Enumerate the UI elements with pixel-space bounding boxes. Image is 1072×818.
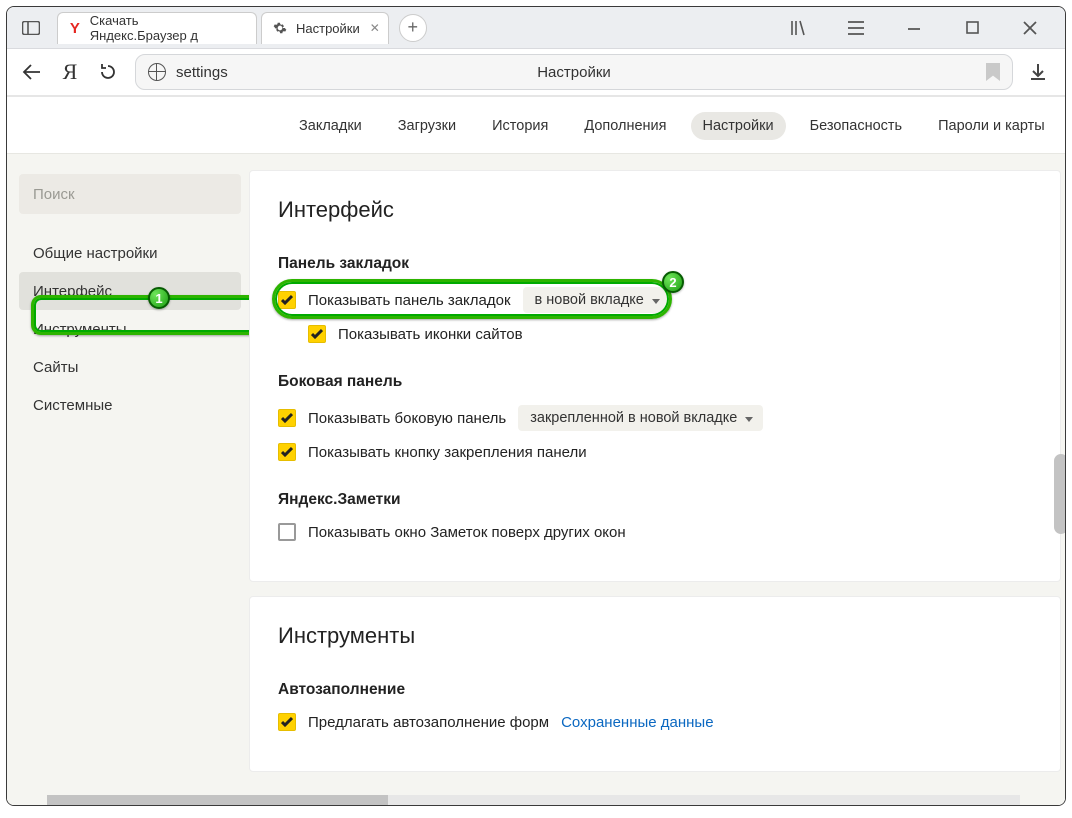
topnav-downloads[interactable]: Загрузки	[386, 112, 468, 140]
section-notes: Яндекс.Заметки	[278, 491, 1032, 509]
bookmark-icon[interactable]	[986, 63, 1000, 81]
content-area: Закладки Загрузки История Дополнения Нас…	[7, 99, 1065, 805]
topnav-settings[interactable]: Настройки	[691, 112, 786, 140]
topnav-passwords[interactable]: Пароли и карты	[926, 112, 1057, 140]
sidebar-search[interactable]: Поиск	[19, 174, 241, 214]
checkbox-notes-ontop[interactable]	[278, 523, 296, 541]
tab-label: Настройки	[296, 21, 360, 36]
page-title: Настройки	[537, 64, 611, 81]
row-suggest-autofill: Предлагать автозаполнение форм Сохраненн…	[278, 713, 1032, 731]
select-side-panel-mode[interactable]: закрепленной в новой вкладке	[518, 405, 763, 431]
yandex-favicon-icon: Y	[68, 20, 82, 36]
row-show-bookmarks-bar: Показывать панель закладок в новой вклад…	[278, 287, 1032, 313]
browser-window: Y Скачать Яндекс.Браузер д Настройки ✕ +	[6, 6, 1066, 806]
topnav-security[interactable]: Безопасность	[798, 112, 915, 140]
tab-strip: Y Скачать Яндекс.Браузер д Настройки ✕ +	[57, 12, 779, 44]
section-side-panel: Боковая панель	[278, 373, 1032, 391]
topnav-bookmarks[interactable]: Закладки	[287, 112, 374, 140]
topnav-history[interactable]: История	[480, 112, 560, 140]
tab-settings[interactable]: Настройки ✕	[261, 12, 389, 44]
label-suggest-autofill: Предлагать автозаполнение форм	[308, 714, 549, 731]
window-controls	[779, 16, 1057, 40]
titlebar: Y Скачать Яндекс.Браузер д Настройки ✕ +	[7, 7, 1065, 49]
sidebar-item-general[interactable]: Общие настройки	[19, 234, 241, 272]
search-placeholder: Поиск	[33, 186, 75, 203]
horizontal-scrollbar[interactable]	[47, 795, 1020, 805]
label-show-site-icons: Показывать иконки сайтов	[338, 326, 523, 343]
settings-body: Поиск Общие настройки Интерфейс Инструме…	[7, 153, 1065, 805]
row-pin-button: Показывать кнопку закрепления панели	[278, 443, 1032, 461]
sidebar-item-sites[interactable]: Сайты	[19, 348, 241, 386]
row-show-side-panel: Показывать боковую панель закрепленной в…	[278, 405, 1032, 431]
tab-download-yandex[interactable]: Y Скачать Яндекс.Браузер д	[57, 12, 257, 44]
new-tab-button[interactable]: +	[399, 14, 427, 42]
maximize-icon[interactable]	[957, 16, 987, 40]
downloads-icon[interactable]	[1021, 63, 1055, 81]
panel-tools-title: Инструменты	[278, 623, 1032, 649]
tab-label: Скачать Яндекс.Браузер д	[90, 13, 228, 43]
close-window-icon[interactable]	[1015, 16, 1045, 40]
badge-1: 1	[148, 287, 170, 309]
checkbox-show-bookmarks-bar[interactable]	[278, 291, 296, 309]
reload-icon[interactable]	[89, 53, 127, 91]
settings-topnav: Закладки Загрузки История Дополнения Нас…	[7, 99, 1065, 153]
label-notes-ontop: Показывать окно Заметок поверх других ок…	[308, 524, 626, 541]
section-bookmarks-bar: Панель закладок	[278, 255, 1032, 273]
settings-main: Интерфейс Панель закладок Показывать пан…	[249, 170, 1065, 805]
settings-sidebar: Поиск Общие настройки Интерфейс Инструме…	[19, 170, 241, 789]
label-pin-button: Показывать кнопку закрепления панели	[308, 444, 587, 461]
gear-icon	[272, 20, 288, 36]
panel-title: Интерфейс	[278, 197, 1032, 223]
badge-2: 2	[662, 271, 684, 293]
yandex-home-icon[interactable]: Я	[51, 53, 89, 91]
checkbox-show-site-icons[interactable]	[308, 325, 326, 343]
panel-tools: Инструменты Автозаполнение Предлагать ав…	[249, 596, 1061, 772]
row-notes-ontop: Показывать окно Заметок поверх других ок…	[278, 523, 1032, 541]
section-autofill: Автозаполнение	[278, 681, 1032, 699]
panel-toggle-icon[interactable]	[19, 16, 43, 40]
link-saved-data[interactable]: Сохраненные данные	[561, 714, 713, 731]
select-bookmarks-bar-mode[interactable]: в новой вкладке	[523, 287, 670, 313]
panel-interface: Интерфейс Панель закладок Показывать пан…	[249, 170, 1061, 582]
sidebar-item-tools[interactable]: Инструменты	[19, 310, 241, 348]
label-show-bookmarks-bar: Показывать панель закладок	[308, 292, 511, 309]
library-icon[interactable]	[783, 16, 813, 40]
url-text: settings	[176, 64, 228, 81]
sidebar-item-interface[interactable]: Интерфейс	[19, 272, 241, 310]
menu-icon[interactable]	[841, 16, 871, 40]
horizontal-scrollbar-thumb[interactable]	[47, 795, 388, 805]
back-icon[interactable]	[13, 53, 51, 91]
close-icon[interactable]: ✕	[370, 21, 380, 35]
sidebar-item-system[interactable]: Системные	[19, 386, 241, 424]
topnav-addons[interactable]: Дополнения	[572, 112, 678, 140]
row-show-site-icons: Показывать иконки сайтов	[308, 325, 1032, 343]
checkbox-suggest-autofill[interactable]	[278, 713, 296, 731]
checkbox-pin-button[interactable]	[278, 443, 296, 461]
address-field[interactable]: settings Настройки	[135, 54, 1013, 90]
label-show-side-panel: Показывать боковую панель	[308, 410, 506, 427]
address-bar: Я settings Настройки	[7, 49, 1065, 97]
minimize-icon[interactable]	[899, 16, 929, 40]
vertical-scrollbar[interactable]	[1054, 454, 1066, 534]
globe-icon	[148, 63, 166, 81]
checkbox-show-side-panel[interactable]	[278, 409, 296, 427]
